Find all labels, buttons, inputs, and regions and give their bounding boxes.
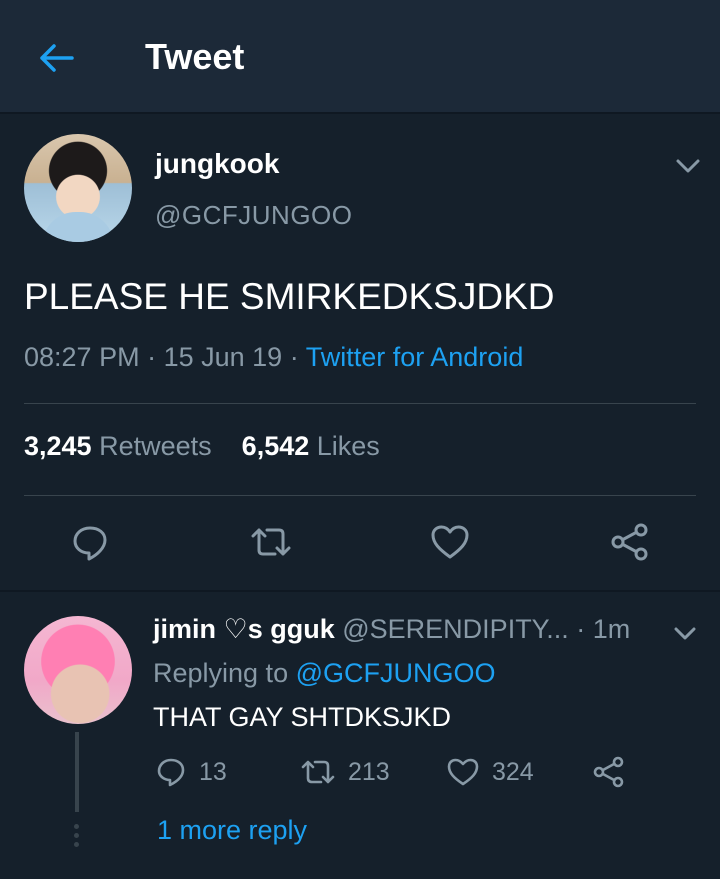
reply-like-button[interactable]: 324 (446, 754, 534, 790)
tweet-source-link[interactable]: Twitter for Android (306, 342, 524, 372)
tweet-date: 15 Jun 19 (163, 342, 283, 372)
retweets-label: Retweets (99, 431, 212, 461)
replying-to-mention[interactable]: @GCFJUNGOO (296, 658, 496, 688)
reply-like-count: 324 (492, 757, 534, 786)
thread-line (75, 732, 79, 812)
reply-text: THAT GAY SHTDKSJKD (153, 702, 452, 732)
top-bar: Tweet (0, 0, 720, 114)
tweet-stats: 3,245 Retweets 6,542 Likes (24, 431, 380, 462)
chevron-down-icon (674, 627, 696, 640)
retweets-count: 3,245 (24, 431, 92, 461)
meta-separator: · (289, 342, 306, 372)
retweets-stat[interactable]: 3,245 Retweets (24, 431, 212, 461)
retweet-icon (251, 528, 291, 556)
arrow-left-icon (40, 44, 74, 72)
share-icon (611, 523, 648, 561)
avatar[interactable] (24, 134, 132, 242)
share-button[interactable] (608, 520, 652, 564)
thread-dots (74, 824, 80, 851)
more-replies-link[interactable]: 1 more reply (157, 815, 307, 846)
replying-to: Replying to @GCFJUNGOO (153, 658, 496, 689)
likes-count: 6,542 (241, 431, 310, 461)
retweet-icon (301, 760, 335, 784)
chevron-down-icon (676, 159, 700, 173)
reply-count: 13 (199, 757, 227, 786)
likes-label: Likes (316, 431, 380, 461)
reply-avatar[interactable] (24, 616, 132, 724)
reply-author-name[interactable]: jimin ♡s gguk (153, 614, 335, 644)
heart-icon (431, 525, 469, 559)
author-handle[interactable]: @GCFJUNGOO (155, 200, 353, 231)
retweet-button[interactable] (249, 520, 293, 564)
share-icon (593, 756, 624, 788)
tweet-text: PLEASE HE SMIRKEDKSJDKD (24, 276, 555, 317)
reply-separator: · (576, 614, 593, 644)
meta-separator: · (147, 342, 164, 372)
reply-menu-button[interactable] (670, 620, 700, 646)
page-title: Tweet (145, 36, 245, 77)
reply-icon (157, 758, 185, 787)
reply-share-button[interactable] (592, 754, 638, 790)
reply-tweet[interactable]: jimin ♡s gguk @SERENDIPITY... · 1m Reply… (0, 592, 720, 879)
reply-author-handle[interactable]: @SERENDIPITY... (342, 614, 568, 644)
divider (24, 495, 696, 496)
reply-reply-button[interactable]: 13 (155, 754, 227, 790)
divider (24, 403, 696, 404)
replying-to-label: Replying to (153, 658, 289, 688)
reply-icon (73, 526, 107, 561)
reply-time: 1m (592, 614, 631, 644)
heart-icon (447, 758, 479, 786)
reply-retweet-count: 213 (348, 757, 390, 786)
author-name[interactable]: jungkook (155, 148, 279, 180)
tweet-time: 08:27 PM (24, 342, 140, 372)
tweet-meta: 08:27 PM · 15 Jun 19 · Twitter for Andro… (24, 342, 523, 373)
like-button[interactable] (428, 520, 472, 564)
reply-header: jimin ♡s gguk @SERENDIPITY... · 1m (153, 614, 630, 645)
likes-stat[interactable]: 6,542 Likes (242, 431, 380, 461)
back-button[interactable] (36, 38, 76, 78)
reply-retweet-button[interactable]: 213 (300, 754, 390, 790)
reply-button[interactable] (68, 520, 112, 564)
tweet-menu-button[interactable] (672, 152, 704, 180)
